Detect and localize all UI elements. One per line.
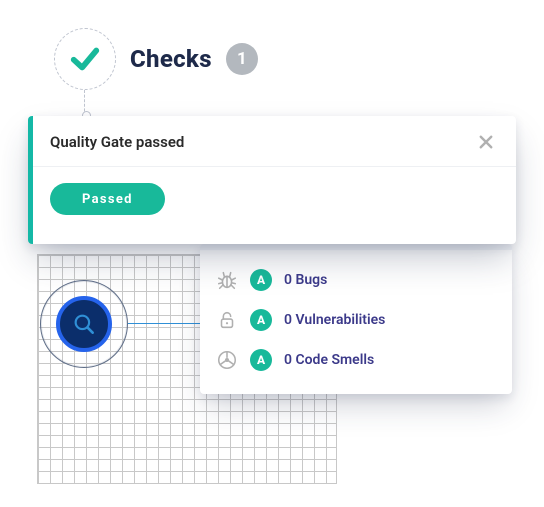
header-connector — [84, 90, 85, 116]
close-button[interactable] — [476, 132, 496, 152]
checks-count-badge: 1 — [226, 43, 258, 75]
card-header: Quality Gate passed — [28, 116, 516, 167]
close-icon — [477, 133, 495, 151]
metric-label: 0 Code Smells — [284, 352, 374, 368]
card-accent-bar — [28, 116, 33, 244]
status-pill[interactable]: Passed — [50, 183, 165, 215]
magnify-outer-ring — [40, 280, 128, 368]
check-circle — [54, 28, 116, 90]
magnify-connector-line — [128, 323, 200, 324]
magnify-icon — [71, 311, 97, 337]
metric-row-vulnerabilities[interactable]: A 0 Vulnerabilities — [216, 300, 494, 340]
card-title: Quality Gate passed — [50, 133, 184, 151]
magnify-badge — [56, 296, 112, 352]
card-body: Passed — [28, 167, 516, 231]
metric-label: 0 Bugs — [284, 272, 327, 288]
metric-row-bugs[interactable]: A 0 Bugs — [216, 260, 494, 300]
metric-grade-badge: A — [250, 309, 272, 331]
checks-header: Checks 1 — [54, 28, 258, 90]
radiation-icon — [216, 349, 238, 371]
quality-gate-card: Quality Gate passed Passed — [28, 116, 516, 244]
check-icon — [68, 42, 102, 76]
metric-grade-badge: A — [250, 269, 272, 291]
metric-label: 0 Vulnerabilities — [284, 312, 385, 328]
metrics-panel: A 0 Bugs A 0 Vulnerabilities — [200, 244, 512, 394]
checks-title: Checks — [130, 45, 212, 73]
unlock-icon — [216, 309, 238, 331]
metric-row-code-smells[interactable]: A 0 Code Smells — [216, 340, 494, 380]
metric-grade-badge: A — [250, 349, 272, 371]
bug-icon — [216, 269, 238, 291]
